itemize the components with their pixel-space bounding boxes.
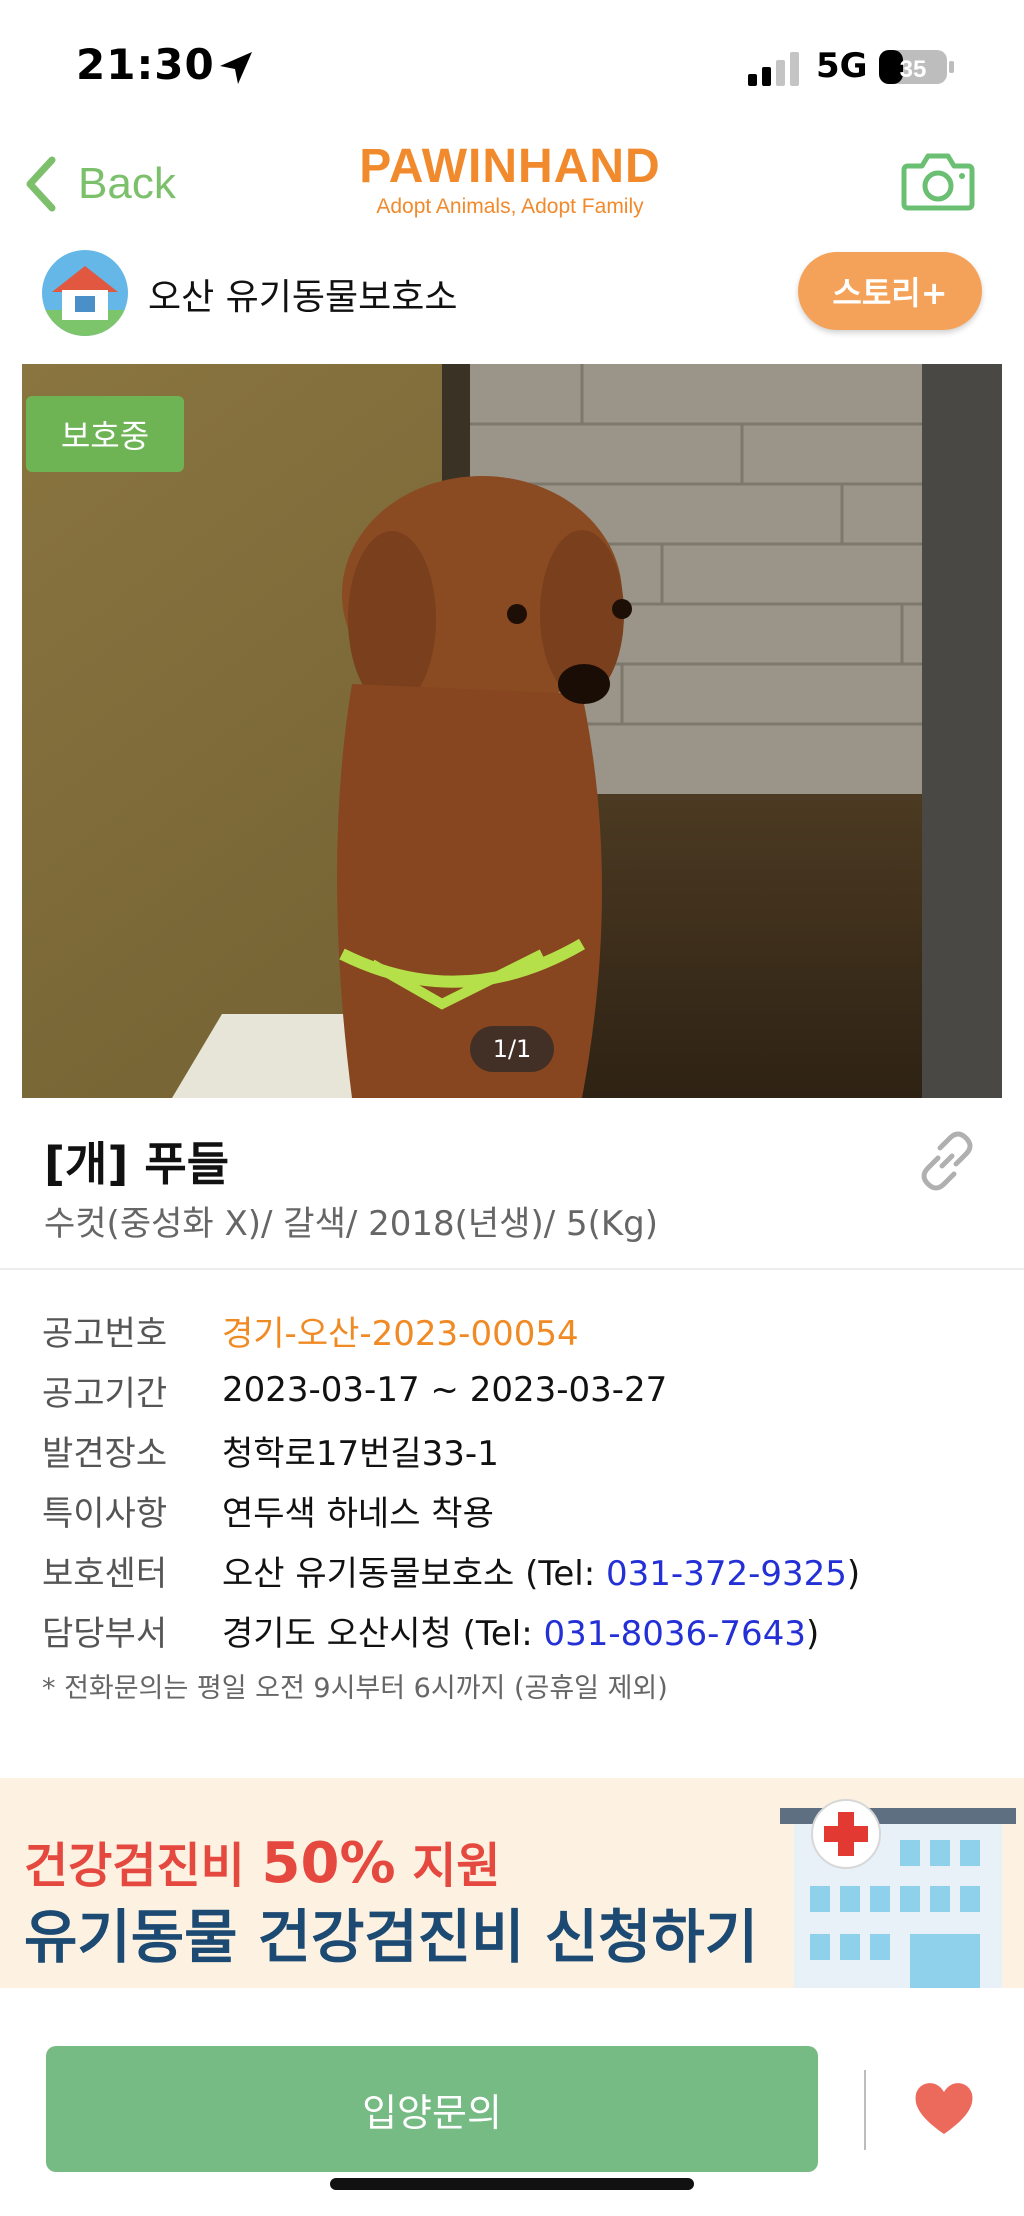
chevron-left-icon: [26, 156, 56, 212]
info-label: 공고번호: [42, 1313, 168, 1354]
animal-photo[interactable]: [22, 364, 1002, 1098]
house-icon: [42, 250, 128, 336]
special-notes: 연두색 하네스 착용: [222, 1493, 494, 1534]
signal-icon: [748, 52, 799, 86]
hospital-icon: [780, 1799, 1016, 1988]
location-arrow-icon: [220, 52, 252, 84]
center-tel-link[interactable]: 031-372-9325: [606, 1554, 847, 1594]
info-row-special: 특이사항 연두색 하네스 착용: [42, 1480, 1002, 1540]
info-label: 공고기간: [42, 1373, 168, 1414]
battery-icon: 35: [879, 50, 954, 84]
info-label: 특이사항: [42, 1493, 168, 1534]
dept-tel-link[interactable]: 031-8036-7643: [543, 1614, 806, 1654]
dept-info: 경기도 오산시청 (Tel: 031-8036-7643): [222, 1606, 819, 1655]
banner-percent: 50%: [261, 1831, 396, 1896]
animal-subtitle: 수컷(중성화 X)/ 갈색/ 2018(년생)/ 5(Kg): [44, 1204, 659, 1244]
heart-icon[interactable]: [912, 2078, 976, 2138]
banner-headline-c: 지원: [395, 1838, 501, 1894]
battery-level: 35: [900, 56, 927, 83]
poodle-photo-illustration: [22, 364, 1002, 1098]
vertical-divider: [864, 2070, 866, 2150]
status-bar: 21:30 5G 35: [0, 0, 1024, 130]
home-indicator: [330, 2178, 694, 2190]
info-label: 보호센터: [42, 1553, 168, 1594]
dept-close: ): [805, 1613, 820, 1654]
banner-headline-a: 건강검진비: [24, 1838, 262, 1894]
shelter-name[interactable]: 오산 유기동물보호소: [148, 268, 458, 320]
shelter-avatar[interactable]: [42, 250, 128, 336]
brand-logo: PAWINHAND Adopt Animals, Adopt Family: [340, 140, 680, 220]
back-button[interactable]: Back: [22, 154, 176, 214]
health-check-banner[interactable]: 건강검진비 50% 지원 유기동물 건강검진비 신청하기: [0, 1778, 1024, 1988]
notice-number: 경기-오산-2023-00054: [222, 1313, 579, 1354]
center-close: ): [846, 1553, 861, 1594]
status-time: 21:30: [76, 40, 215, 89]
center-info: 오산 유기동물보호소 (Tel: 031-372-9325): [222, 1546, 860, 1595]
info-row-notice-no: 공고번호 경기-오산-2023-00054: [42, 1300, 1002, 1360]
adopt-inquiry-button[interactable]: 입양문의: [46, 2046, 818, 2172]
info-row-center: 보호센터 오산 유기동물보호소 (Tel: 031-372-9325): [42, 1540, 1002, 1600]
link-icon[interactable]: [914, 1128, 980, 1194]
brand-tagline: Adopt Animals, Adopt Family: [376, 195, 644, 218]
info-row-dept: 담당부서 경기도 오산시청 (Tel: 031-8036-7643): [42, 1600, 1002, 1660]
center-name: 오산 유기동물보호소 (Tel:: [222, 1553, 607, 1594]
camera-icon[interactable]: [900, 150, 976, 212]
brand-name: PAWINHAND: [359, 140, 661, 193]
animal-title: [개] 푸들: [44, 1137, 230, 1191]
dept-name: 경기도 오산시청 (Tel:: [222, 1613, 544, 1654]
shelter-row: 오산 유기동물보호소 스토리+: [0, 240, 1024, 350]
story-button[interactable]: 스토리+: [798, 252, 982, 330]
divider: [0, 1268, 1024, 1270]
photo-counter: 1/1: [470, 1026, 554, 1072]
network-type: 5G: [816, 46, 868, 86]
found-location: 청학로17번길33-1: [222, 1433, 499, 1474]
status-badge: 보호중: [26, 396, 184, 472]
nav-bar: Back PAWINHAND Adopt Animals, Adopt Fami…: [0, 130, 1024, 240]
info-table: 공고번호 경기-오산-2023-00054 공고기간 2023-03-17 ~ …: [42, 1300, 1002, 1705]
banner-headline: 건강검진비 50% 지원: [24, 1826, 501, 1896]
info-label: 담당부서: [42, 1613, 168, 1654]
info-row-found: 발견장소 청학로17번길33-1: [42, 1420, 1002, 1480]
call-hours-note: * 전화문의는 평일 오전 9시부터 6시까지 (공휴일 제외): [42, 1673, 668, 1704]
info-label: 발견장소: [42, 1433, 168, 1474]
info-row-period: 공고기간 2023-03-17 ~ 2023-03-27: [42, 1360, 1002, 1420]
back-label: Back: [78, 159, 176, 208]
banner-cta-text: 유기동물 건강검진비 신청하기: [24, 1903, 759, 1971]
notice-period: 2023-03-17 ~ 2023-03-27: [222, 1370, 668, 1410]
